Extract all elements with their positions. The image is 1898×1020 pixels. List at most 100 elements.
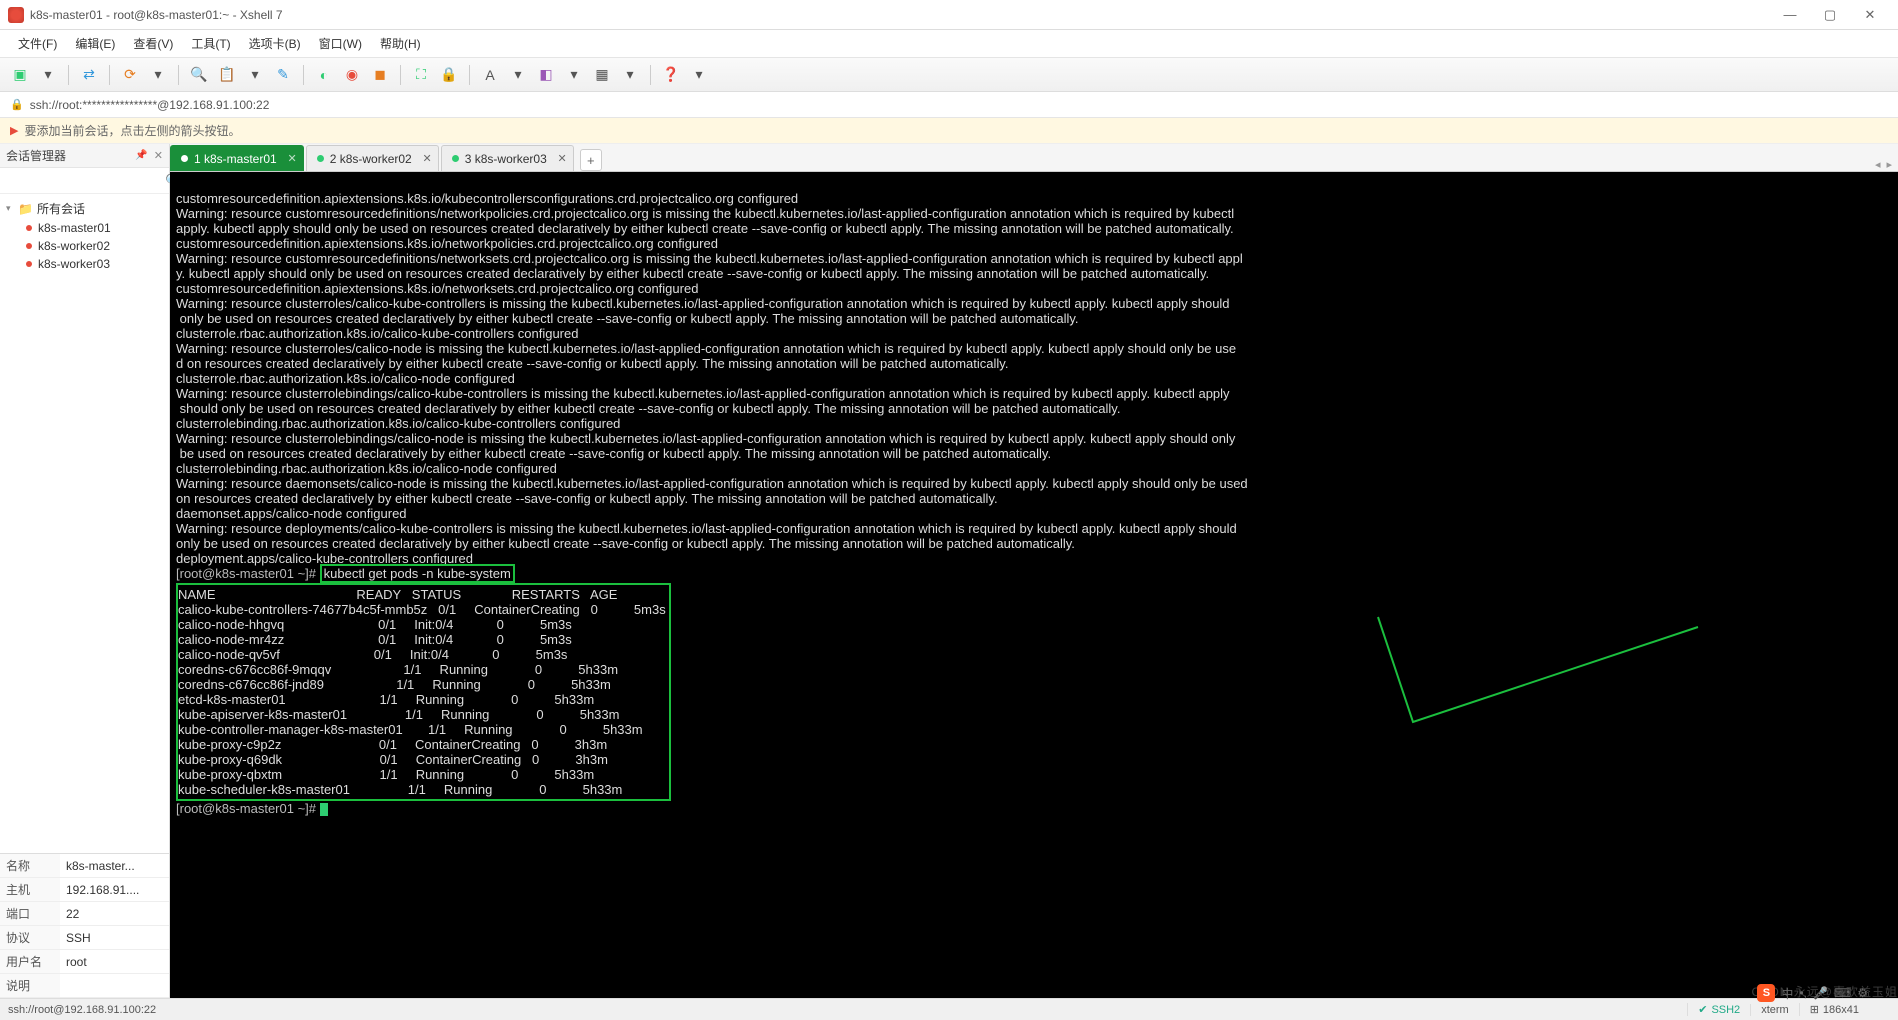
menu-window[interactable]: 窗口(W): [311, 31, 370, 56]
menu-view[interactable]: 查看(V): [125, 31, 181, 56]
record-icon[interactable]: ◉: [340, 63, 364, 87]
address-text[interactable]: ssh://root:****************@192.168.91.1…: [30, 98, 270, 112]
address-bar: 🔒 ssh://root:****************@192.168.91…: [0, 92, 1898, 118]
content-area: 1 k8s-master01 ✕ 2 k8s-worker02 ✕ 3 k8s-…: [170, 144, 1898, 998]
help-icon[interactable]: ❓: [659, 63, 683, 87]
tab-next-icon[interactable]: ▸: [1886, 158, 1892, 171]
ime-punct[interactable]: •,: [1799, 986, 1807, 1000]
toolbar-separator: [650, 65, 651, 85]
session-item[interactable]: k8s-master01: [2, 219, 167, 237]
menu-tools[interactable]: 工具(T): [183, 31, 238, 56]
toolbar-separator: [303, 65, 304, 85]
tab-master01[interactable]: 1 k8s-master01 ✕: [170, 145, 304, 171]
collapse-icon[interactable]: ▾: [6, 203, 18, 214]
session-icon: [26, 243, 32, 249]
prop-name-value: k8s-master...: [60, 854, 169, 878]
fullscreen-icon[interactable]: ⛶: [409, 63, 433, 87]
search-input[interactable]: [6, 172, 165, 190]
paste-icon[interactable]: ▾: [243, 63, 267, 87]
prop-port-value: 22: [60, 902, 169, 926]
stop-record-icon[interactable]: ◼: [368, 63, 392, 87]
shell-prompt: [root@k8s-master01 ~]#: [176, 566, 320, 581]
tab-prev-icon[interactable]: ◂: [1875, 158, 1881, 171]
maximize-button[interactable]: ▢: [1810, 3, 1850, 27]
sidebar-search: 🔍: [0, 168, 169, 194]
tab-close-icon[interactable]: ✕: [423, 152, 432, 165]
layout-dd-icon[interactable]: ▾: [618, 63, 642, 87]
folder-icon: 📁: [18, 202, 33, 216]
tab-nav: ◂ ▸: [1875, 158, 1892, 171]
tab-worker02[interactable]: 2 k8s-worker02 ✕: [306, 145, 439, 171]
menu-file[interactable]: 文件(F): [10, 31, 65, 56]
copy-icon[interactable]: 📋: [215, 63, 239, 87]
prop-port-label: 端口: [0, 902, 60, 926]
terminal[interactable]: customresourcedefinition.apiextensions.k…: [170, 172, 1898, 998]
lock-icon[interactable]: 🔒: [437, 63, 461, 87]
ime-mic-icon[interactable]: 🎤: [1813, 986, 1828, 1000]
hint-bar: ▶ 要添加当前会话，点击左侧的箭头按钮。: [0, 118, 1898, 144]
window-title: k8s-master01 - root@k8s-master01:~ - Xsh…: [30, 8, 1770, 22]
tab-close-icon[interactable]: ✕: [287, 152, 296, 165]
color-icon[interactable]: ▾: [506, 63, 530, 87]
palette-icon[interactable]: ◧: [534, 63, 558, 87]
minimize-button[interactable]: —: [1770, 3, 1810, 27]
session-properties: 名称k8s-master... 主机192.168.91.... 端口22 协议…: [0, 853, 169, 998]
flag-icon: ▶: [10, 124, 18, 137]
session-icon: [26, 261, 32, 267]
tab-worker03[interactable]: 3 k8s-worker03 ✕: [441, 145, 574, 171]
tab-close-icon[interactable]: ✕: [558, 152, 567, 165]
pods-table-rows: calico-kube-controllers-74677b4c5f-mmb5z…: [178, 602, 669, 797]
transfer-icon[interactable]: ⇄: [77, 63, 101, 87]
status-ssh: ✔ SSH2: [1687, 1003, 1750, 1016]
toolbar-separator: [178, 65, 179, 85]
app-icon: [8, 7, 24, 23]
layout-icon[interactable]: ▦: [590, 63, 614, 87]
toolbar-separator: [68, 65, 69, 85]
prop-user-label: 用户名: [0, 950, 60, 974]
folder-all-sessions[interactable]: ▾ 📁 所有会话: [2, 198, 167, 219]
main-row: 会话管理器 📌 ✕ 🔍 ▾ 📁 所有会话 k8s-master01 k8s-wo…: [0, 144, 1898, 998]
reconnect-icon[interactable]: ⟳: [118, 63, 142, 87]
ime-keyboard-icon[interactable]: ⌨: [1834, 986, 1851, 1000]
close-button[interactable]: ✕: [1850, 3, 1890, 27]
hint-text: 要添加当前会话，点击左侧的箭头按钮。: [24, 122, 240, 139]
session-label: k8s-worker02: [38, 239, 110, 253]
command-highlight: kubectl get pods -n kube-system: [320, 564, 515, 583]
terminal-cursor: [320, 803, 328, 816]
tab-status-icon: [181, 155, 188, 162]
search-icon[interactable]: 🔍: [187, 63, 211, 87]
table-header-row: NAME READY STATUS RESTARTS AGE: [178, 587, 625, 602]
add-tab-button[interactable]: +: [580, 149, 602, 171]
session-item[interactable]: k8s-worker03: [2, 255, 167, 273]
palette-dd-icon[interactable]: ▾: [562, 63, 586, 87]
prop-user-value: root: [60, 950, 169, 974]
tab-label: 3 k8s-worker03: [465, 152, 547, 166]
pin-icon[interactable]: 📌: [135, 150, 147, 161]
open-session-icon[interactable]: ▾: [36, 63, 60, 87]
tab-label: 2 k8s-worker02: [330, 152, 412, 166]
new-session-icon[interactable]: ▣: [8, 63, 32, 87]
tab-status-icon: [317, 155, 324, 162]
prop-proto-label: 协议: [0, 926, 60, 950]
toolbar-separator: [109, 65, 110, 85]
menu-edit[interactable]: 编辑(E): [67, 31, 123, 56]
session-item[interactable]: k8s-worker02: [2, 237, 167, 255]
about-icon[interactable]: ▾: [687, 63, 711, 87]
session-label: k8s-master01: [38, 221, 111, 235]
sogou-icon[interactable]: S: [1757, 984, 1775, 1002]
xftp-icon[interactable]: ◐: [312, 63, 336, 87]
font-icon[interactable]: A: [478, 63, 502, 87]
ime-lang[interactable]: 中: [1781, 985, 1793, 1002]
sidebar-close-icon[interactable]: ✕: [154, 149, 163, 162]
pods-table-highlight: NAME READY STATUS RESTARTS AGE calico-ku…: [176, 583, 671, 801]
status-size: ⊞ 186x41: [1799, 1003, 1869, 1016]
menu-help[interactable]: 帮助(H): [372, 31, 429, 56]
prop-proto-value: SSH: [60, 926, 169, 950]
highlight-icon[interactable]: ✎: [271, 63, 295, 87]
disconnect-icon[interactable]: ▾: [146, 63, 170, 87]
toolbar-separator: [400, 65, 401, 85]
ime-settings-icon[interactable]: ⚙: [1857, 986, 1868, 1000]
menu-tab[interactable]: 选项卡(B): [241, 31, 309, 56]
prop-host-label: 主机: [0, 878, 60, 902]
session-manager-panel: 会话管理器 📌 ✕ 🔍 ▾ 📁 所有会话 k8s-master01 k8s-wo…: [0, 144, 170, 998]
